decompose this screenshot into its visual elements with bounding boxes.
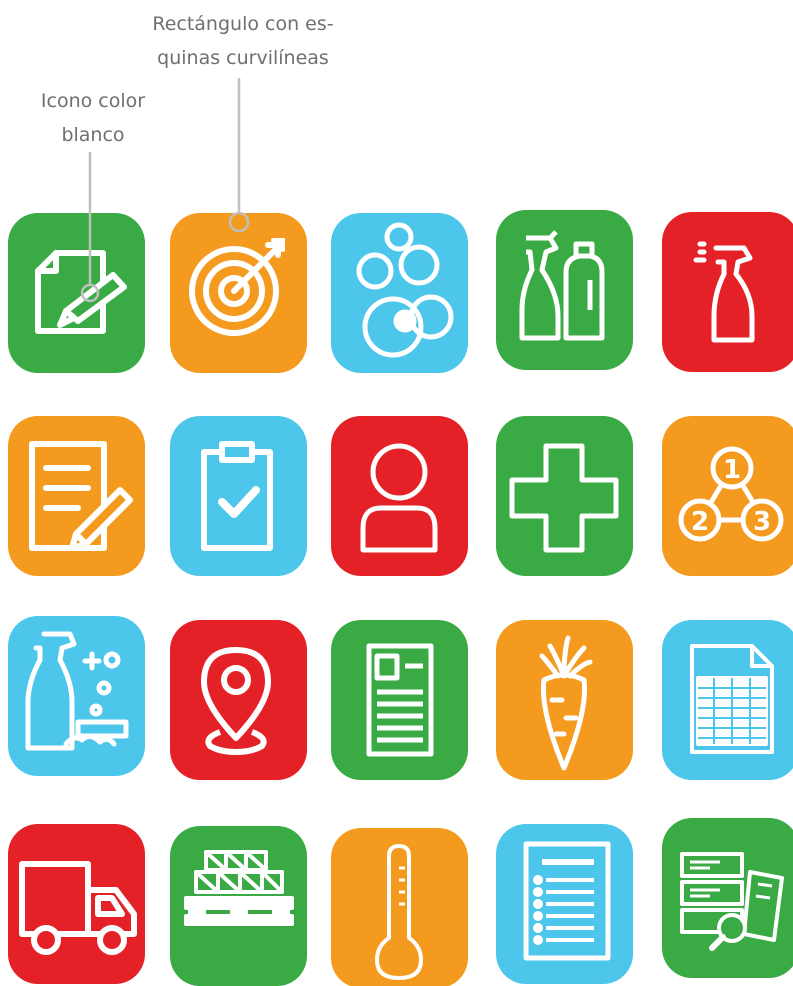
document-pencil-icon [29,441,133,551]
tile-location-pin [170,620,307,780]
tile-medical-cross [496,416,633,576]
location-pin-icon [201,647,271,755]
tile-bubbles [331,213,468,373]
tile-document-pencil [8,416,145,576]
tile-search-documents [662,818,793,978]
clipboard-check-icon [201,441,273,551]
tile-cleaning-bottles [496,210,633,370]
document-edit-icon [35,250,127,334]
tile-spreadsheet-file [662,620,793,780]
svg-text:3: 3 [753,507,771,537]
boxes-pallet-icon [184,850,294,926]
rounded-rect-annotation-text: Rectángulo con es- quinas curvilíneas [152,13,334,69]
tile-checklist-document [496,824,633,984]
tile-numbered-steps: 1 2 3 [662,416,793,576]
person-icon [360,443,438,553]
spray-bottle-icon [693,241,755,343]
rounded-rect-annotation: Rectángulo con es- quinas curvilíneas [138,7,348,75]
medical-cross-icon [509,443,619,553]
tile-boxes-pallet [170,826,307,986]
icon-sheet: Rectángulo con es- quinas curvilíneas Ic… [0,0,793,986]
search-documents-icon [680,852,784,951]
svg-text:2: 2 [691,507,709,537]
tile-delivery-truck [8,824,145,984]
target-icon [189,238,285,336]
tile-id-document [331,620,468,780]
icon-color-annotation-text: Icono color blanco [40,90,146,146]
thermometer-icon [375,844,423,980]
delivery-truck-icon [19,861,137,955]
numbered-steps-icon: 1 2 3 [678,446,784,542]
tile-thermometer [331,828,468,986]
svg-text:1: 1 [723,455,741,485]
id-document-icon [366,643,434,757]
cleaning-products-icon [25,631,129,751]
tile-cleaning-products [8,616,145,776]
bubbles-icon [356,222,454,358]
tile-target [170,213,307,373]
tile-person [331,416,468,576]
tile-document-edit [8,213,145,373]
tile-clipboard-check [170,416,307,576]
checklist-document-icon [523,841,611,961]
tile-carrot [496,620,633,780]
icon-color-annotation: Icono color blanco [18,84,168,152]
carrot-icon [539,635,593,771]
spreadsheet-file-icon [690,644,774,754]
cleaning-bottles-icon [519,230,605,341]
tile-spray-bottle [662,212,793,372]
